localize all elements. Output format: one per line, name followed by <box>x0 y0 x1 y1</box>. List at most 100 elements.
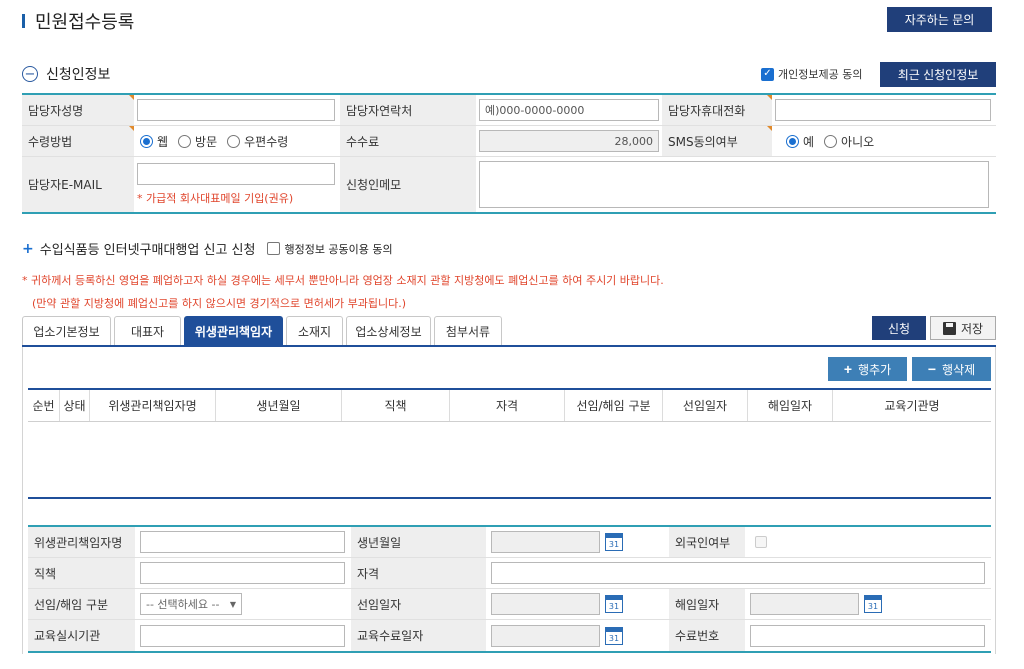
receive-option-mail[interactable]: 우편수령 <box>227 133 288 150</box>
delete-row-button[interactable]: − 행삭제 <box>912 357 991 381</box>
position-label: 직책 <box>28 558 135 588</box>
mobile-label: 담당자휴대전화 <box>662 95 772 125</box>
appoint-type-label: 선임/해임 구분 <box>28 589 135 619</box>
title-bar-decoration <box>22 14 25 28</box>
apply-button[interactable]: 신청 <box>872 316 926 340</box>
dismiss-calendar-icon[interactable]: 31 <box>864 595 882 613</box>
sms-option-no[interactable]: 아니오 <box>824 133 874 150</box>
sms-options: 예 아니오 <box>772 126 996 156</box>
receive-option-visit[interactable]: 방문 <box>178 133 217 150</box>
position-input[interactable] <box>140 562 345 584</box>
birth-label: 생년월일 <box>351 527 486 557</box>
memo-textarea[interactable] <box>479 161 989 208</box>
email-label: 담당자E-MAIL <box>22 157 134 212</box>
cert-no-label: 수료번호 <box>669 620 745 651</box>
radio-visit[interactable] <box>178 134 192 148</box>
radio-mail[interactable] <box>227 134 241 148</box>
privacy-consent-checkbox[interactable]: ✓ <box>761 67 774 81</box>
memo-label: 신청인메모 <box>340 157 476 212</box>
radio-sms-no[interactable] <box>824 134 838 148</box>
grid-header-dismiss-date[interactable]: 해임일자 <box>748 390 833 421</box>
floppy-disk-icon <box>942 321 956 335</box>
grid-header-appoint-type[interactable]: 선임/해임 구분 <box>565 390 663 421</box>
dismiss-date-label: 해임일자 <box>669 589 745 619</box>
detail-row-2: 직책 자격 <box>28 558 991 589</box>
email-note: * 가급적 회사대표메일 기입(권유) <box>137 192 294 205</box>
closure-warning-detail: (만약 관할 지방청에 폐업신고를 하지 않으시면 경기적으로 면허세가 부과됩… <box>32 297 407 310</box>
foreigner-cell <box>745 527 991 557</box>
sms-option-yes[interactable]: 예 <box>786 133 814 150</box>
tab-attachments[interactable]: 첨부서류 <box>434 316 502 345</box>
grid-header-position[interactable]: 직책 <box>342 390 450 421</box>
delete-row-label: 행삭제 <box>942 362 976 377</box>
applicant-row-3: 담당자E-MAIL * 가급적 회사대표메일 기입(권유) 신청인메모 <box>22 157 996 212</box>
edu-org-cell <box>135 620 351 651</box>
qualification-cell <box>486 558 991 588</box>
privacy-consent-label: 개인정보제공 동의 <box>778 68 863 81</box>
save-button[interactable]: 저장 <box>930 316 996 340</box>
edu-done-label: 교육수료일자 <box>351 620 486 651</box>
birth-input[interactable] <box>491 531 600 553</box>
add-row-button[interactable]: + 행추가 <box>828 357 907 381</box>
mobile-input[interactable] <box>775 99 991 121</box>
fee-label: 수수료 <box>340 126 476 156</box>
grid-header-status[interactable]: 상태 <box>60 390 90 421</box>
tab-representative[interactable]: 대표자 <box>114 316 181 345</box>
sms-label: SMS동의여부 <box>662 126 772 156</box>
qualification-label: 자격 <box>351 558 486 588</box>
privacy-consent[interactable]: ✓ 개인정보제공 동의 <box>761 66 862 82</box>
edu-calendar-icon[interactable]: 31 <box>605 626 623 645</box>
edu-done-input[interactable] <box>491 624 600 647</box>
grid-header-qualification[interactable]: 자격 <box>450 390 565 421</box>
appoint-type-select[interactable]: -- 선택하세요 -- ▼ <box>140 593 242 615</box>
foreigner-checkbox[interactable] <box>755 536 767 548</box>
contact-cell: 예)000-0000-0000 <box>476 95 662 125</box>
contact-input[interactable]: 예)000-0000-0000 <box>479 99 659 121</box>
receive-option-web[interactable]: 웹 <box>140 133 168 150</box>
tab-hygiene-manager[interactable]: 위생관리책임자 <box>184 316 283 345</box>
edu-org-input[interactable] <box>140 624 345 647</box>
birth-calendar-icon[interactable]: 31 <box>605 533 623 551</box>
grid-header-manager-name[interactable]: 위생관리책임자명 <box>90 390 216 421</box>
tab-bar: 업소기본정보 대표자 위생관리책임자 소재지 업소상세정보 첨부서류 <box>22 316 505 345</box>
appoint-date-input[interactable] <box>491 593 600 615</box>
cert-no-cell <box>745 620 991 651</box>
report-section-header: + 수입식품등 인터넷구매대행업 신고 신청 행정정보 공동이용 동의 <box>22 239 393 259</box>
manager-name-label: 위생관리책임자명 <box>28 527 135 557</box>
receive-options: 웹 방문 우편수령 <box>134 126 340 156</box>
tab-business-info[interactable]: 업소기본정보 <box>22 316 111 345</box>
collapse-minus-icon[interactable]: − <box>22 66 38 82</box>
memo-cell <box>476 157 996 212</box>
email-input[interactable] <box>137 163 335 185</box>
appoint-type-placeholder: -- 선택하세요 -- <box>146 598 220 611</box>
dismiss-date-input[interactable] <box>750 593 859 615</box>
cert-no-input[interactable] <box>750 624 985 647</box>
contact-label: 담당자연락처 <box>340 95 476 125</box>
appoint-calendar-icon[interactable]: 31 <box>605 595 623 613</box>
qualification-input[interactable] <box>491 562 985 584</box>
chevron-down-icon: ▼ <box>229 599 236 609</box>
grid-header-appoint-date[interactable]: 선임일자 <box>663 390 748 421</box>
recent-applicant-button[interactable]: 최근 신청인정보 <box>880 62 996 87</box>
grid-header-no[interactable]: 순번 <box>28 390 60 421</box>
report-title: 수입식품등 인터넷구매대행업 신고 신청 <box>39 243 256 258</box>
radio-web[interactable] <box>140 134 153 148</box>
add-row-label: 행추가 <box>858 362 892 377</box>
edu-done-cell: 31 <box>486 620 669 651</box>
manager-name-input[interactable] <box>140 531 345 553</box>
name-input[interactable] <box>137 99 335 121</box>
appoint-type-cell: -- 선택하세요 -- ▼ <box>135 589 351 619</box>
info-share-checkbox[interactable] <box>267 242 281 255</box>
faq-button[interactable]: 자주하는 문의 <box>887 7 992 32</box>
info-share-label: 행정정보 공동이용 동의 <box>284 242 393 256</box>
appoint-date-cell: 31 <box>486 589 669 619</box>
manager-grid: 순번 상태 위생관리책임자명 생년월일 직책 자격 선임/해임 구분 선임일자 … <box>28 388 991 499</box>
grid-header-edu-org[interactable]: 교육기관명 <box>833 390 991 421</box>
mobile-cell <box>772 95 996 125</box>
plus-icon: + <box>843 361 853 377</box>
tab-business-detail[interactable]: 업소상세정보 <box>346 316 431 345</box>
tab-location[interactable]: 소재지 <box>286 316 343 345</box>
grid-header-birth[interactable]: 생년월일 <box>216 390 342 421</box>
radio-sms-yes[interactable] <box>786 134 799 148</box>
info-share-consent[interactable]: 행정정보 공동이용 동의 <box>267 241 393 257</box>
